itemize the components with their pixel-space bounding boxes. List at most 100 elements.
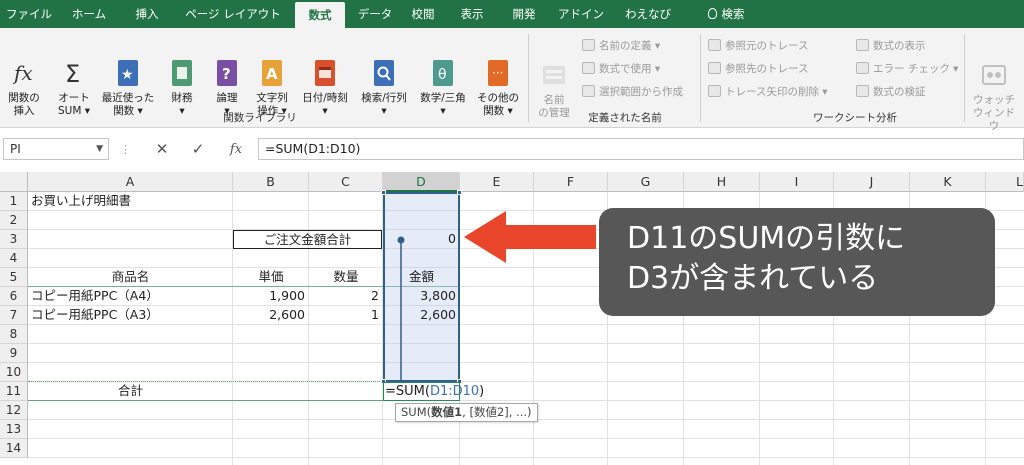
row-header-1[interactable]: 1 [0, 192, 28, 211]
row-header-6[interactable]: 6 [0, 287, 28, 306]
column-header-j[interactable]: J [834, 172, 910, 192]
create-from-selection-icon [582, 85, 595, 97]
cell-b7[interactable]: 2,600 [233, 306, 309, 324]
select-all-corner[interactable] [0, 172, 28, 192]
define-name-button[interactable]: 名前の定義 ▾ [582, 38, 660, 54]
create-from-selection-button[interactable]: 選択範囲から作成 [582, 84, 683, 100]
column-header-d[interactable]: D [383, 172, 460, 192]
row-header-10[interactable]: 10 [0, 363, 28, 382]
tab-developer[interactable]: 開発 [504, 0, 544, 28]
date-time-button[interactable]: 日付/時刻 ▾ [296, 32, 354, 118]
cancel-entry-button[interactable]: ✕ [152, 140, 172, 158]
tab-data[interactable]: データ [352, 0, 398, 28]
row-header-12[interactable]: 12 [0, 401, 28, 420]
insert-function-fx-button[interactable]: fx [226, 142, 246, 157]
show-formulas-button[interactable]: 数式の表示 [856, 38, 926, 54]
recently-used-button[interactable]: ★ 最近使った 関数 ▾ [98, 32, 158, 118]
row-header-7[interactable]: 7 [0, 306, 28, 325]
tab-page-layout[interactable]: ページ レイアウト [178, 0, 288, 28]
remove-arrows-button[interactable]: トレース矢印の削除 ▾ [708, 84, 828, 100]
fx-icon: fx [11, 45, 37, 85]
name-box[interactable]: PI ▼ [3, 138, 109, 160]
row-header-9[interactable]: 9 [0, 344, 28, 363]
cell-a5[interactable]: 商品名 [28, 268, 233, 286]
cell-b5[interactable]: 単価 [233, 268, 309, 286]
column-header-a[interactable]: A [28, 172, 233, 192]
tab-waenavi[interactable]: わえなび [618, 0, 678, 28]
tab-formulas[interactable]: 数式 [295, 2, 345, 28]
logical-button[interactable]: ? 論理 ▾ [207, 32, 247, 118]
text-button[interactable]: A 文字列 操作 ▾ [250, 32, 294, 118]
cell-c6[interactable]: 2 [309, 287, 383, 305]
cell-b3[interactable]: ご注文金額合計 [233, 230, 382, 249]
cell-d7[interactable]: 2,600 [383, 306, 460, 324]
column-header-l[interactable]: L [986, 172, 1024, 192]
cell-a7[interactable]: コピー用紙PPC（A3） [28, 306, 233, 324]
tab-file[interactable]: ファイル [4, 0, 54, 28]
tab-home[interactable]: ホーム [62, 0, 116, 28]
autosum-button[interactable]: Σ オート SUM ▾ [52, 32, 96, 118]
cell-d3[interactable]: 0 [383, 230, 460, 248]
cell-d6[interactable]: 3,800 [383, 287, 460, 305]
ribbon: fx 関数の 挿入 Σ オート SUM ▾ ★ 最近使った 関数 ▾ 財務 ▾ … [0, 28, 1024, 132]
row-header-3[interactable]: 3 [0, 230, 28, 249]
column-header-f[interactable]: F [534, 172, 608, 192]
more-functions-button[interactable]: ··· その他の 関数 ▾ [473, 32, 523, 118]
tab-view[interactable]: 表示 [452, 0, 492, 28]
row-header-11[interactable]: 11 [0, 382, 28, 401]
cell-a1[interactable]: お買い上げ明細書 [28, 192, 233, 210]
cell-d11-formula[interactable]: =SUM(D1:D10) [385, 383, 484, 400]
more-book-icon: ··· [485, 45, 511, 86]
lookup-book-icon [371, 45, 397, 86]
trace-dependents-button[interactable]: 参照先のトレース [708, 61, 808, 77]
function-argument-tooltip[interactable]: SUM(数値1, [数値2], ...) [395, 403, 538, 422]
define-name-icon [582, 39, 595, 51]
row-header-2[interactable]: 2 [0, 211, 28, 230]
formula-input[interactable]: =SUM(D1:D10) [258, 138, 1024, 160]
row-header-14[interactable]: 14 [0, 439, 28, 458]
use-in-formula-button[interactable]: 数式で使用 ▾ [582, 61, 660, 77]
cell-b6[interactable]: 1,900 [233, 287, 309, 305]
confirm-entry-button[interactable]: ✓ [188, 140, 208, 158]
range-handle[interactable] [381, 190, 386, 195]
range-handle[interactable] [457, 190, 462, 195]
evaluate-formula-button[interactable]: 数式の検証 [856, 84, 926, 100]
cell-c7[interactable]: 1 [309, 306, 383, 324]
tab-insert[interactable]: 挿入 [124, 0, 170, 28]
row-header-13[interactable]: 13 [0, 420, 28, 439]
remove-arrows-label: トレース矢印の削除 ▾ [725, 86, 828, 98]
trace-precedents-button[interactable]: 参照元のトレース [708, 38, 808, 54]
name-manager-icon [541, 47, 567, 84]
formula-bar-grip-icon[interactable]: ⋮ [120, 143, 131, 156]
lookup-reference-button[interactable]: 検索/行列 ▾ [355, 32, 413, 118]
column-header-g[interactable]: G [608, 172, 684, 192]
tab-search[interactable]: 検索 [696, 0, 756, 28]
cell-c5[interactable]: 数量 [309, 268, 383, 286]
tooltip-current-arg[interactable]: 数値1 [431, 405, 462, 419]
column-header-k[interactable]: K [910, 172, 986, 192]
cell-d5[interactable]: 金額 [383, 268, 460, 286]
group-separator [528, 34, 529, 122]
column-header-h[interactable]: H [684, 172, 760, 192]
row-header-5[interactable]: 5 [0, 268, 28, 287]
column-header-e[interactable]: E [460, 172, 534, 192]
error-checking-button[interactable]: エラー チェック ▾ [856, 61, 958, 77]
tab-review[interactable]: 校閲 [404, 0, 442, 28]
formula-range-ref[interactable]: D1:D10 [430, 384, 479, 399]
defined-names-group-label: 定義された名前 [588, 112, 662, 124]
tab-addins[interactable]: アドイン [556, 0, 606, 28]
financial-button[interactable]: 財務 ▾ [162, 32, 202, 118]
column-header-b[interactable]: B [233, 172, 309, 192]
column-header-c[interactable]: C [309, 172, 383, 192]
row-header-4[interactable]: 4 [0, 249, 28, 268]
name-manager-button[interactable]: 名前 の管理 [530, 34, 578, 120]
row-header-8[interactable]: 8 [0, 325, 28, 344]
trace-precedents-icon [708, 39, 721, 51]
insert-function-button[interactable]: fx 関数の 挿入 [2, 32, 46, 118]
chevron-down-icon[interactable]: ▼ [96, 139, 103, 159]
math-trig-button[interactable]: θ 数学/三角 ▾ [414, 32, 472, 118]
cell-a6[interactable]: コピー用紙PPC（A4） [28, 287, 233, 305]
watch-window-button[interactable]: ウォッチ ウィンドウ [968, 34, 1020, 133]
cell-a11[interactable]: 合計 [28, 382, 233, 400]
column-header-i[interactable]: I [760, 172, 834, 192]
